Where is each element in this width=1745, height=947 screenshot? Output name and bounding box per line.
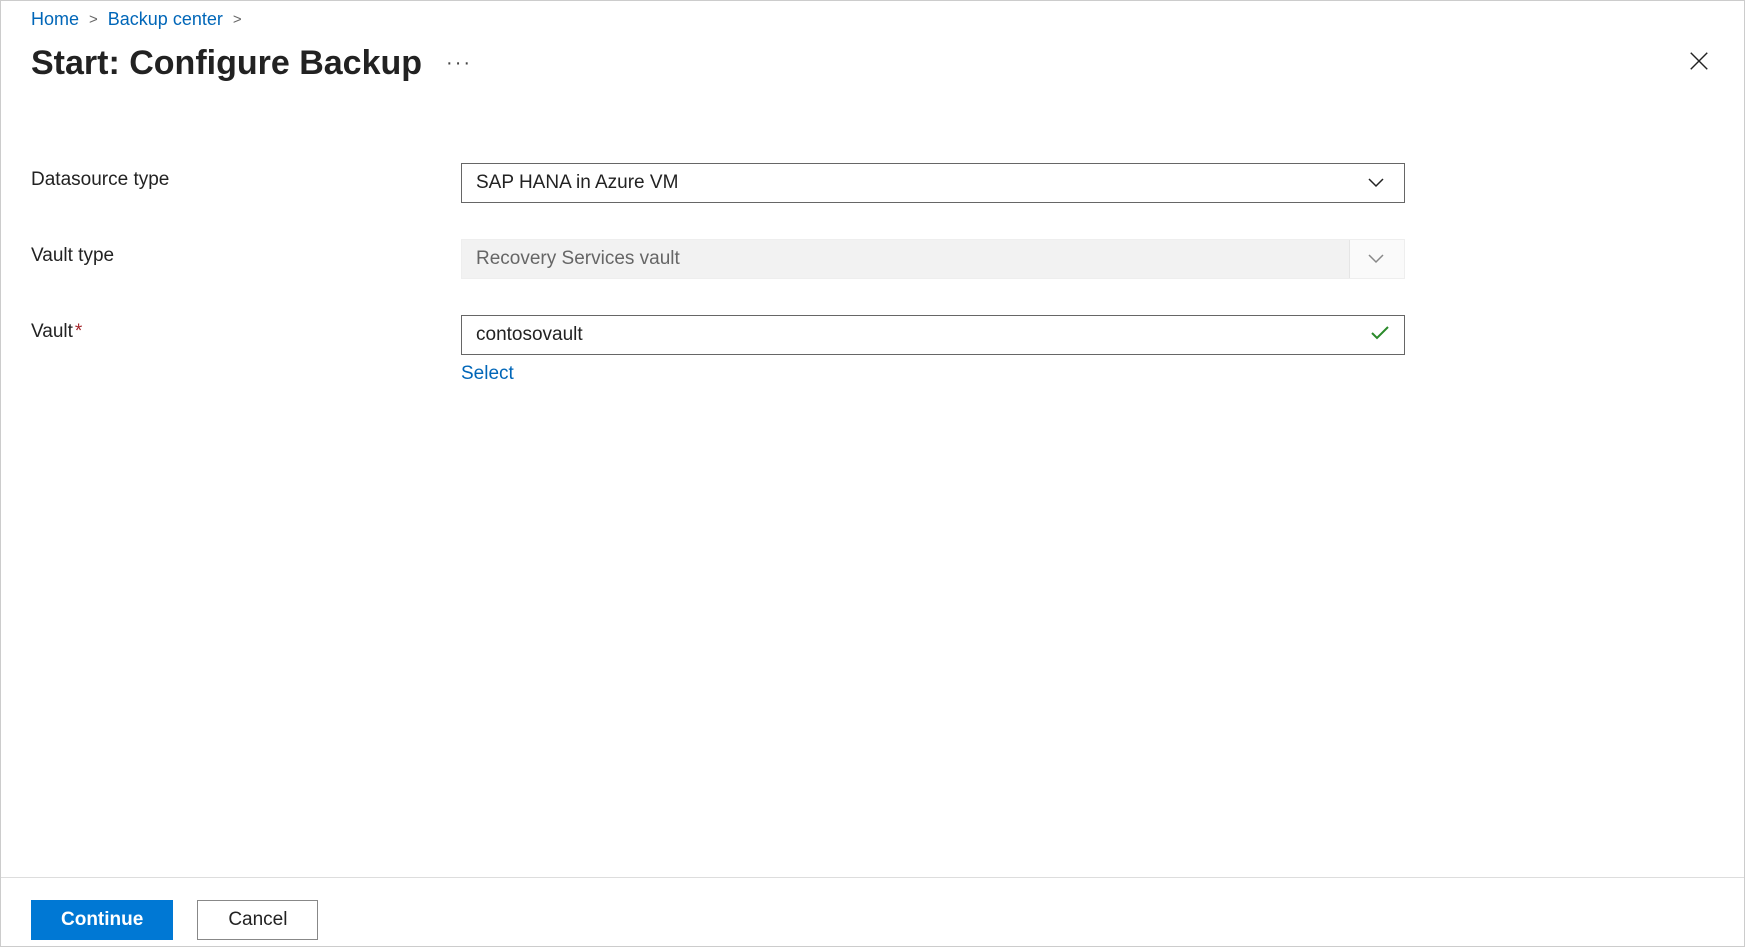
cancel-button[interactable]: Cancel: [197, 900, 318, 940]
vault-label: Vault*: [31, 315, 461, 343]
footer: Continue Cancel: [1, 877, 1744, 946]
chevron-down-icon: [1362, 253, 1390, 265]
vault-type-select: Recovery Services vault: [461, 239, 1405, 279]
close-button[interactable]: [1684, 46, 1714, 81]
vault-input[interactable]: [476, 324, 1370, 346]
chevron-down-icon: [1362, 177, 1390, 189]
form-row-datasource-type: Datasource type SAP HANA in Azure VM: [31, 163, 1714, 203]
datasource-type-value: SAP HANA in Azure VM: [476, 172, 1362, 194]
required-indicator: *: [75, 321, 82, 342]
close-icon: [1688, 50, 1710, 72]
form-row-vault: Vault* Select: [31, 315, 1714, 385]
vault-field[interactable]: [461, 315, 1405, 355]
chevron-right-icon: >: [233, 11, 242, 28]
checkmark-icon: [1370, 325, 1390, 346]
continue-button[interactable]: Continue: [31, 900, 173, 940]
breadcrumb-home[interactable]: Home: [31, 9, 79, 30]
datasource-type-label: Datasource type: [31, 163, 461, 191]
title-row: Start: Configure Backup ···: [31, 44, 1714, 83]
chevron-right-icon: >: [89, 11, 98, 28]
vault-type-value: Recovery Services vault: [476, 248, 1349, 270]
breadcrumb-backup-center[interactable]: Backup center: [108, 9, 223, 30]
vault-select-link[interactable]: Select: [461, 363, 1405, 385]
form-row-vault-type: Vault type Recovery Services vault: [31, 239, 1714, 279]
vault-type-label: Vault type: [31, 239, 461, 267]
datasource-type-select[interactable]: SAP HANA in Azure VM: [461, 163, 1405, 203]
more-actions-button[interactable]: ···: [446, 52, 472, 75]
page-title: Start: Configure Backup: [31, 44, 422, 83]
breadcrumb: Home > Backup center >: [31, 9, 1714, 30]
